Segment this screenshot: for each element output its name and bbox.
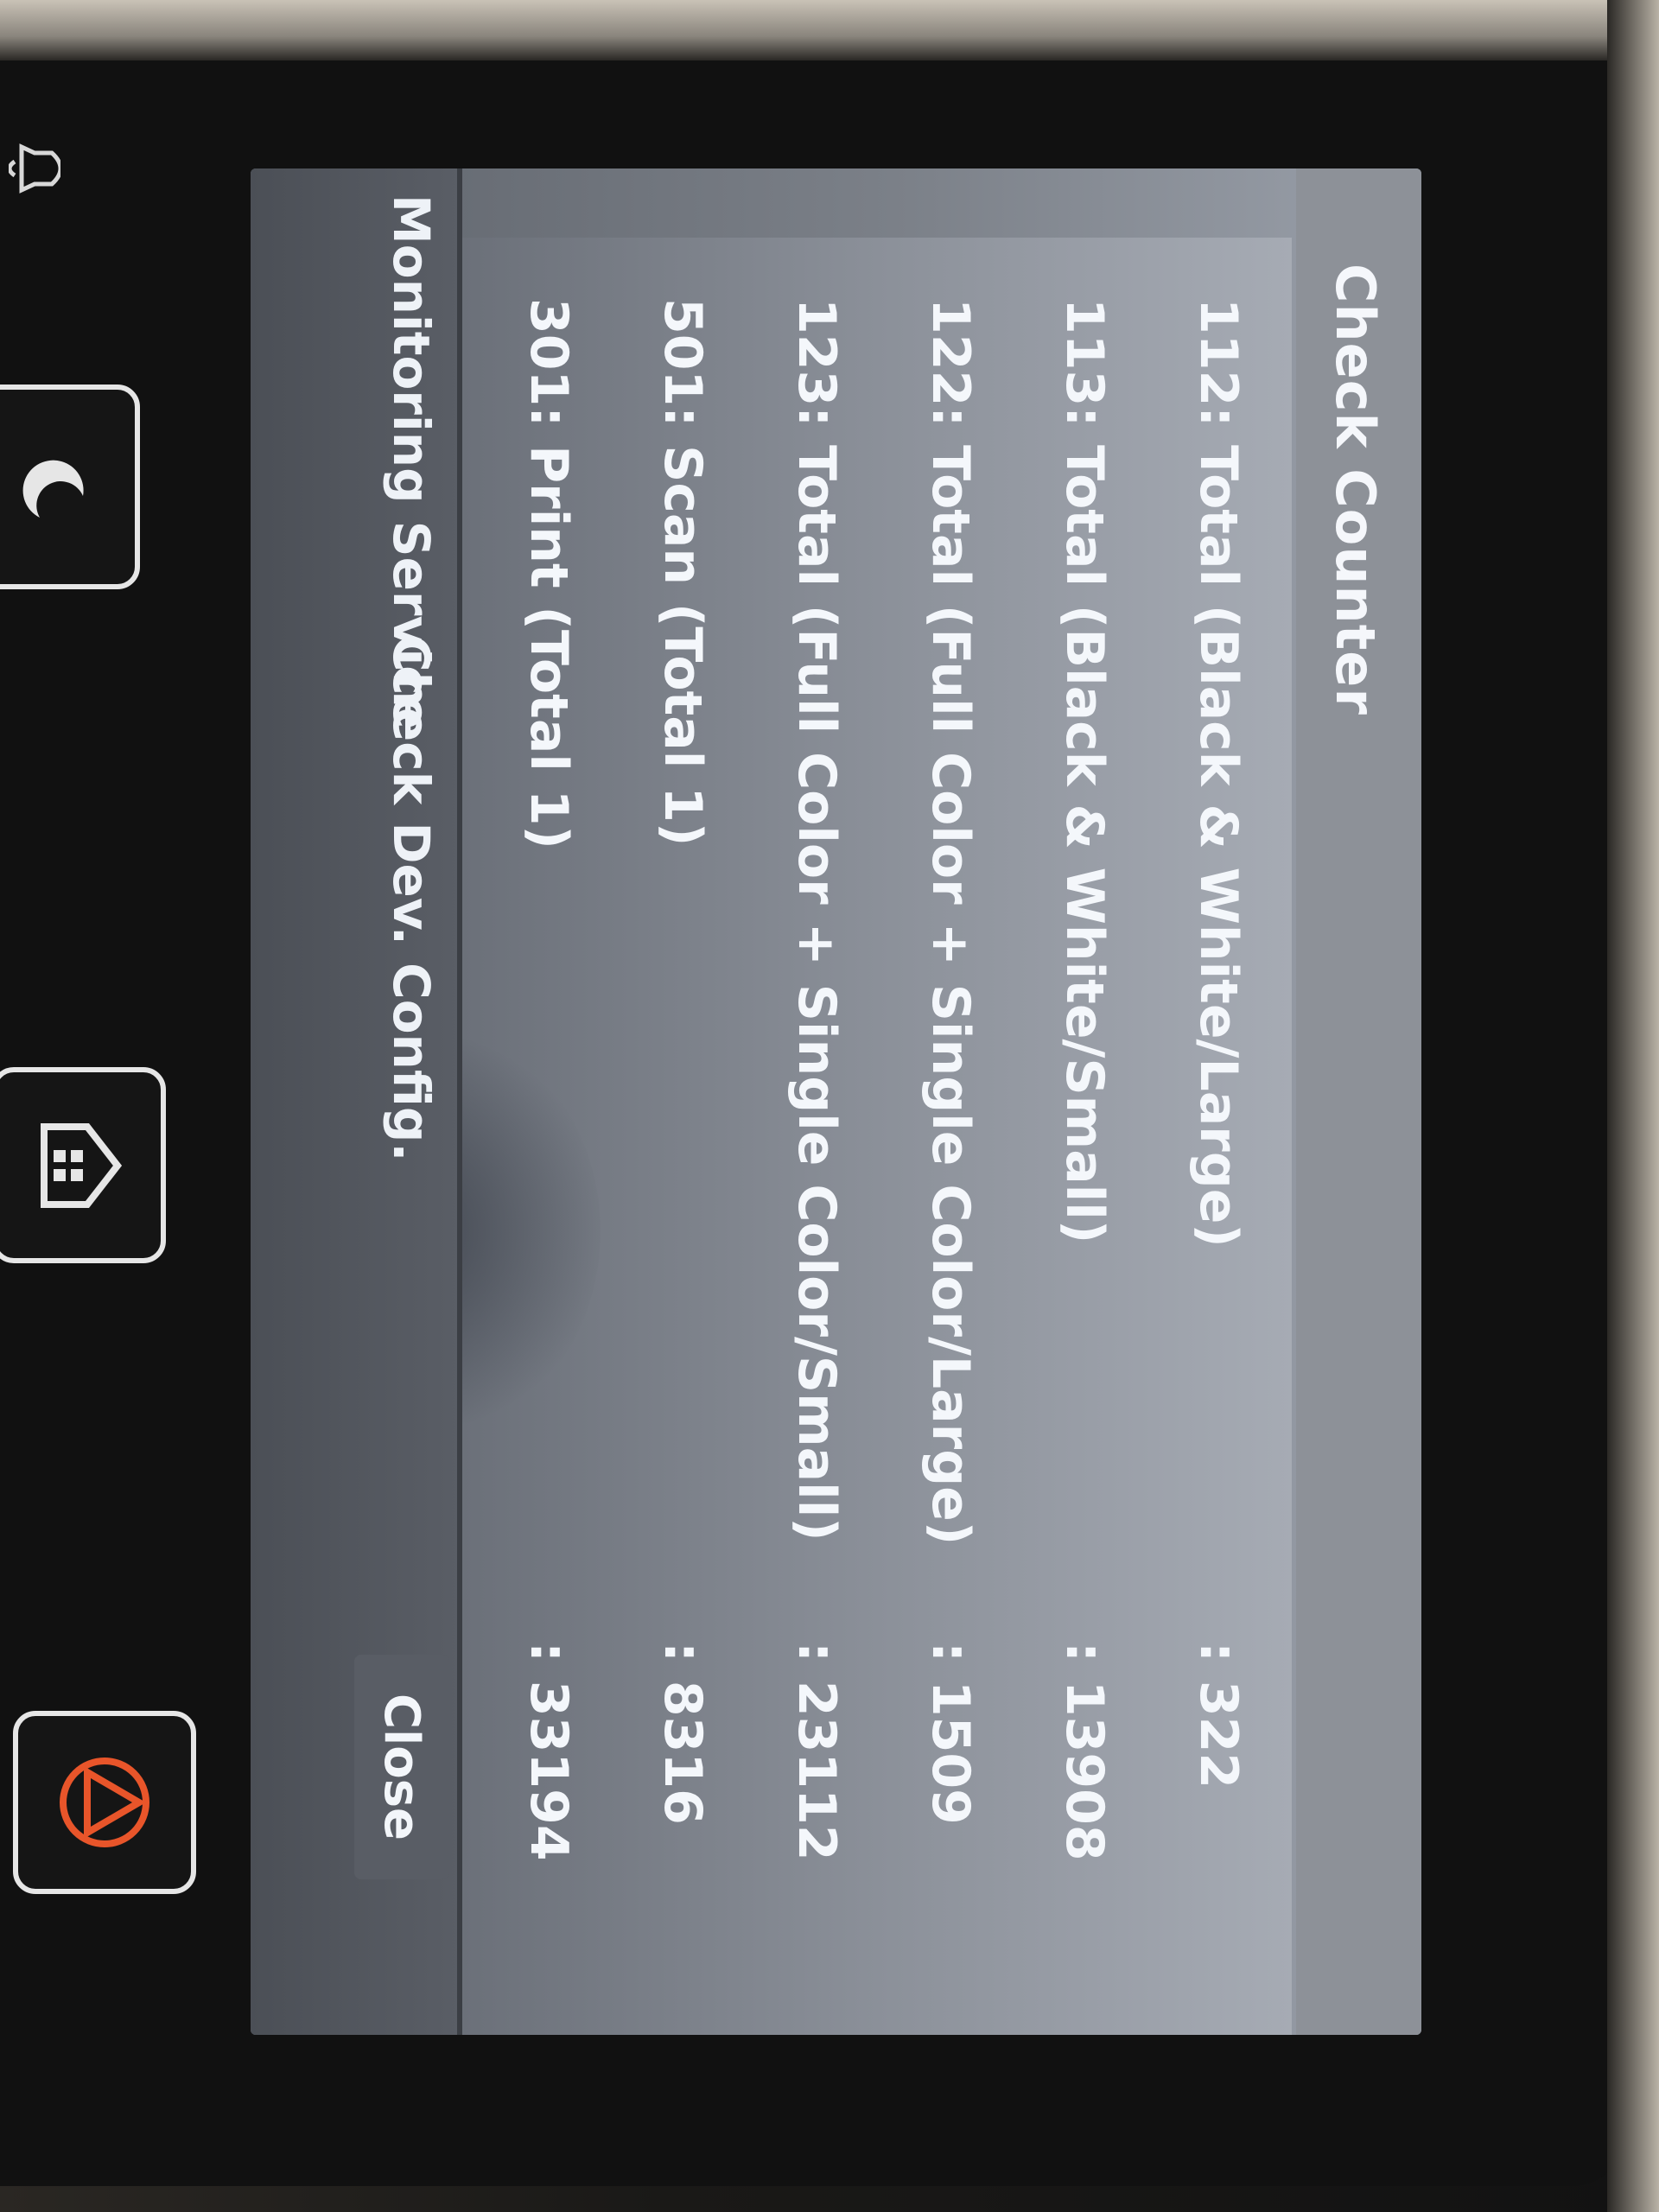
footer-divider [457,168,462,2035]
counter-row: 113: Total (Black & White/Small) : 13908 [1028,298,1132,2018]
counter-value: : 23112 [786,1642,847,1861]
counter-label: 123: Total (Full Color + Single Color/Sm… [786,298,847,1541]
counter-row: 501: Scan (Total 1) : 8316 [626,298,730,2018]
counter-value: : 13908 [1054,1642,1115,1861]
counter-label: 501: Scan (Total 1) [652,298,713,847]
stop-icon [60,1758,149,1847]
device-photo: Check Counter 112: Total (Black & White/… [0,0,1659,2212]
counter-label: 301: Print (Total 1) [518,298,579,849]
counter-list: 112: Total (Black & White/Large) : 322 1… [251,238,1292,2035]
counter-row: 301: Print (Total 1) : 33194 [493,298,596,2018]
counter-label: 112: Total (Black & White/Large) [1188,298,1249,1248]
stop-button[interactable] [13,1711,196,1894]
check-counter-screen: Check Counter 112: Total (Black & White/… [251,168,1421,2035]
title-bar: Check Counter [1296,168,1421,2035]
counter-label: 113: Total (Black & White/Small) [1054,298,1115,1244]
counter-value: : 322 [1188,1642,1249,1789]
home-button[interactable] [0,1067,166,1263]
counter-row: 123: Total (Full Color + Single Color/Sm… [760,298,864,2018]
device-bezel-top [0,0,1659,60]
counter-row: 112: Total (Black & White/Large) : 322 [1162,298,1266,2018]
device-bezel-right [1607,0,1659,2212]
counter-value: : 33194 [518,1642,579,1861]
home-icon [41,1122,123,1208]
sleep-button[interactable] [0,385,140,589]
counter-label: 122: Total (Full Color + Single Color/La… [920,298,981,1546]
bell-icon [7,121,63,216]
counter-value: : 8316 [652,1642,713,1825]
page-title: Check Counter [1324,264,1387,715]
counter-value: : 1509 [920,1642,981,1825]
touchscreen: Check Counter 112: Total (Black & White/… [251,168,1421,2035]
close-button[interactable]: Close [354,1655,449,1879]
moon-icon [22,460,84,518]
tab-check-dev-config[interactable]: Check Dev. Config. [382,635,441,1161]
counter-row: 122: Total (Full Color + Single Color/La… [894,298,998,2018]
